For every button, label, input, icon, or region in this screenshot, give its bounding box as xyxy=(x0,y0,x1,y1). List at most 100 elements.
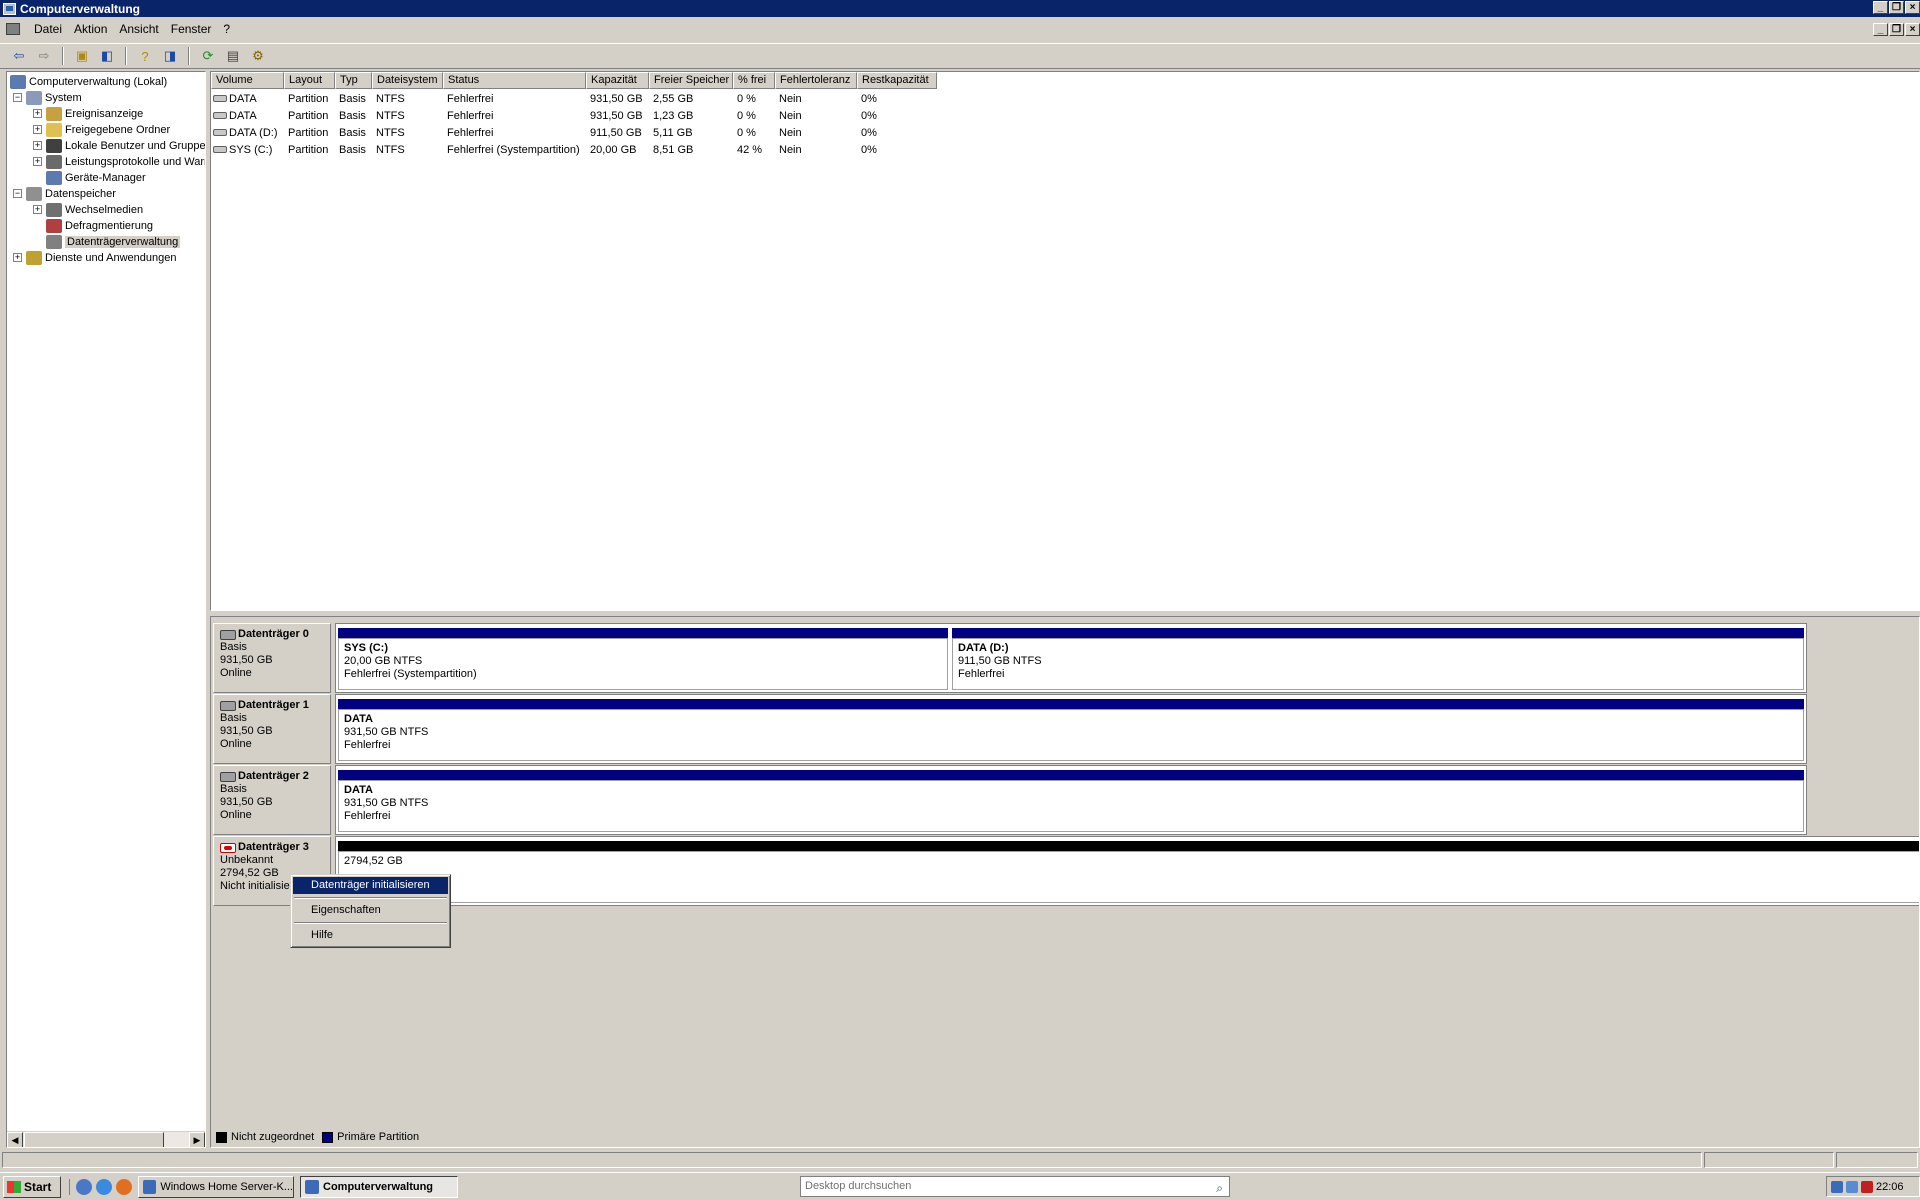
cell-restkapazitaet: 0% xyxy=(861,109,877,122)
export-list-icon[interactable]: ▤ xyxy=(222,46,244,66)
tree-root[interactable]: Computerverwaltung (Lokal) xyxy=(10,74,167,89)
task-button-computerverwaltung[interactable]: Computerverwaltung xyxy=(300,1175,458,1198)
table-row[interactable]: DATA Partition Basis NTFS Fehlerfrei 931… xyxy=(211,107,937,124)
mdi-restore-button[interactable]: ❐ xyxy=(1889,23,1904,36)
disk-label[interactable]: Datenträger 0 Basis 931,50 GB Online xyxy=(213,623,331,693)
cell-restkapazitaet: 0% xyxy=(861,143,877,156)
col-typ[interactable]: Typ xyxy=(335,72,372,89)
firefox-icon[interactable] xyxy=(116,1178,132,1195)
menu-ansicht[interactable]: Ansicht xyxy=(113,22,164,36)
help-tray-icon[interactable] xyxy=(1831,1180,1843,1193)
mdi-minimize-button[interactable]: _ xyxy=(1873,23,1888,36)
expand-icon[interactable]: + xyxy=(33,205,42,214)
col-dateisystem[interactable]: Dateisystem xyxy=(372,72,443,89)
expand-icon[interactable]: + xyxy=(33,141,42,150)
disk-label[interactable]: Datenträger 1 Basis 931,50 GB Online xyxy=(213,694,331,764)
col-prozent-frei[interactable]: % frei xyxy=(733,72,775,89)
menu-item-datentraeger-initialisieren[interactable]: Datenträger initialisieren xyxy=(293,877,448,894)
partition-data[interactable]: DATA 931,50 GB NTFS Fehlerfrei xyxy=(338,770,1804,832)
scroll-left-icon[interactable]: ◀ xyxy=(7,1132,23,1147)
toolbar-separator xyxy=(188,47,190,65)
partition-unallocated[interactable]: 2794,52 GB xyxy=(338,841,1919,903)
desktop-search-input[interactable]: Desktop durchsuchen ⌕ xyxy=(800,1176,1230,1197)
task-button-home-server[interactable]: Windows Home Server-K... xyxy=(138,1175,294,1198)
expand-icon[interactable]: + xyxy=(33,157,42,166)
services-icon xyxy=(26,250,42,265)
help-icon[interactable]: ? xyxy=(134,46,156,66)
mdi-close-button[interactable]: × xyxy=(1905,23,1920,36)
menu-fenster[interactable]: Fenster xyxy=(165,22,218,36)
tree-item-ereignisanzeige[interactable]: + Ereignisanzeige xyxy=(33,106,143,121)
table-row[interactable]: DATA Partition Basis NTFS Fehlerfrei 931… xyxy=(211,90,937,107)
col-status[interactable]: Status xyxy=(443,72,586,89)
disk-partitions: 2794,52 GB xyxy=(335,836,1919,906)
tree-item-datentraegerverwaltung[interactable]: Datenträgerverwaltung xyxy=(46,234,181,249)
col-volume[interactable]: Volume xyxy=(211,72,284,89)
tree-item-wechselmedien[interactable]: + Wechselmedien xyxy=(33,202,143,217)
cell-prozent-frei: 0 % xyxy=(737,126,756,139)
menu-bar: Datei Aktion Ansicht Fenster ? xyxy=(0,19,1920,39)
partition-data[interactable]: DATA 931,50 GB NTFS Fehlerfrei xyxy=(338,699,1804,761)
col-freier-speicher[interactable]: Freier Speicher xyxy=(649,72,733,89)
partition-status: Fehlerfrei xyxy=(344,810,391,822)
menu-help[interactable]: ? xyxy=(217,22,236,36)
settings-icon[interactable]: ⚙ xyxy=(247,46,269,66)
tree-item-leistungsprotokolle[interactable]: + Leistungsprotokolle und Warnungen xyxy=(33,154,205,169)
minimize-button[interactable]: _ xyxy=(1873,1,1888,14)
tree-item-label: System xyxy=(45,91,82,104)
disk-row-2: Datenträger 2 Basis 931,50 GB Online DAT… xyxy=(213,765,1807,835)
cell-typ: Basis xyxy=(339,143,366,156)
table-row[interactable]: SYS (C:) Partition Basis NTFS Fehlerfrei… xyxy=(211,141,937,158)
collapse-icon[interactable]: − xyxy=(13,189,22,198)
scroll-right-icon[interactable]: ▶ xyxy=(189,1132,205,1147)
expand-icon[interactable]: + xyxy=(33,125,42,134)
menu-datei[interactable]: Datei xyxy=(28,22,68,36)
tree-item-freigegebene-ordner[interactable]: + Freigegebene Ordner xyxy=(33,122,170,137)
forward-arrow-icon[interactable]: ⇨ xyxy=(33,46,55,66)
menu-item-eigenschaften[interactable]: Eigenschaften xyxy=(293,902,448,919)
show-desktop-icon[interactable] xyxy=(76,1178,92,1195)
cell-prozent-frei: 0 % xyxy=(737,109,756,122)
expand-icon[interactable]: + xyxy=(13,253,22,262)
tree-item-datenspeicher[interactable]: − Datenspeicher xyxy=(13,186,116,201)
back-arrow-icon[interactable]: ⇦ xyxy=(8,46,30,66)
expand-icon[interactable]: + xyxy=(33,109,42,118)
partition-data-d[interactable]: DATA (D:) 911,50 GB NTFS Fehlerfrei xyxy=(952,628,1804,690)
tree-item-label: Datenspeicher xyxy=(45,187,116,200)
tree-item-system[interactable]: − System xyxy=(13,90,82,105)
security-alert-icon[interactable] xyxy=(1861,1180,1873,1193)
toolbar: ⇦ ⇨ ▣ ◧ ? ◨ ⟳ ▤ ⚙ xyxy=(0,43,1920,69)
tree-item-dienste[interactable]: + Dienste und Anwendungen xyxy=(13,250,177,265)
disk-type: Unbekannt xyxy=(220,854,274,866)
menu-aktion[interactable]: Aktion xyxy=(68,22,113,36)
refresh-icon[interactable]: ⟳ xyxy=(197,46,219,66)
mmc-console-icon[interactable] xyxy=(6,23,20,35)
col-restkapazitaet[interactable]: Restkapazität xyxy=(857,72,937,89)
col-kapazitaet[interactable]: Kapazität xyxy=(586,72,649,89)
collapse-icon[interactable]: − xyxy=(13,93,22,102)
partition-sys-c[interactable]: SYS (C:) 20,00 GB NTFS Fehlerfrei (Syste… xyxy=(338,628,948,690)
tree-horizontal-scrollbar[interactable]: ◀ ▶ xyxy=(7,1131,205,1147)
search-tray-icon[interactable] xyxy=(1846,1180,1858,1193)
table-row[interactable]: DATA (D:) Partition Basis NTFS Fehlerfre… xyxy=(211,124,937,141)
col-layout[interactable]: Layout xyxy=(284,72,335,89)
cell-layout: Partition xyxy=(288,126,329,139)
restore-button[interactable]: ❐ xyxy=(1889,1,1904,14)
show-tree-icon[interactable]: ◧ xyxy=(96,46,118,66)
tree-item-lokale-benutzer[interactable]: + Lokale Benutzer und Gruppen xyxy=(33,138,205,153)
tree-item-label: Leistungsprotokolle und Warnungen xyxy=(65,155,205,168)
disk-label[interactable]: Datenträger 2 Basis 931,50 GB Online xyxy=(213,765,331,835)
users-icon xyxy=(46,138,62,153)
up-folder-icon[interactable]: ▣ xyxy=(71,46,93,66)
menu-item-hilfe[interactable]: Hilfe xyxy=(293,927,448,944)
close-button[interactable]: × xyxy=(1905,1,1920,14)
properties-icon[interactable]: ◨ xyxy=(159,46,181,66)
search-icon[interactable]: ⌕ xyxy=(1216,1179,1223,1198)
tree-item-geraete-manager[interactable]: Geräte-Manager xyxy=(46,170,146,185)
start-button[interactable]: Start xyxy=(3,1175,61,1198)
scroll-thumb[interactable] xyxy=(24,1132,164,1147)
internet-explorer-icon[interactable] xyxy=(96,1178,112,1195)
tree-item-defragmentierung[interactable]: Defragmentierung xyxy=(46,218,153,233)
window-title: Computerverwaltung xyxy=(20,1,141,16)
col-fehlertoleranz[interactable]: Fehlertoleranz xyxy=(775,72,857,89)
